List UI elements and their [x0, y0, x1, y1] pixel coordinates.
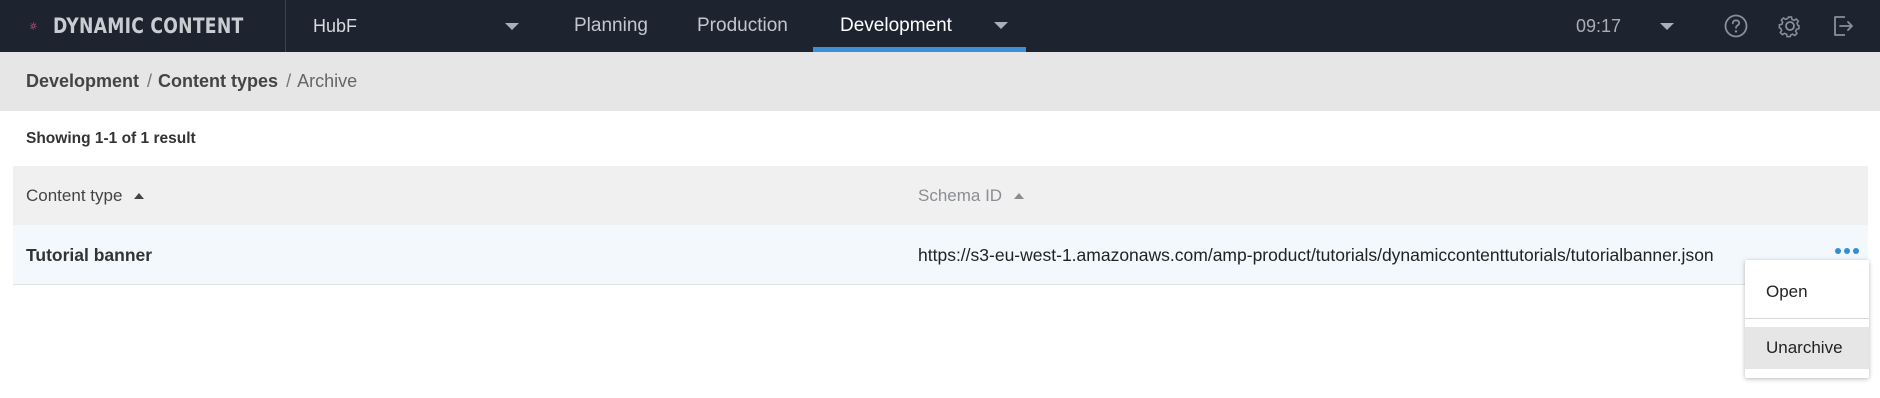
development-menu-chevron-down-icon[interactable] — [994, 22, 1008, 29]
table-row[interactable]: Tutorial banner https://s3-eu-west-1.ama… — [13, 225, 1868, 285]
breadcrumb-content-types[interactable]: Content types — [158, 71, 278, 92]
column-header-schema-id[interactable]: Schema ID — [918, 166, 1025, 225]
time-display[interactable]: 09:17 — [1576, 0, 1621, 52]
hub-name: HubF — [313, 15, 358, 36]
time-label: 09:17 — [1576, 15, 1622, 36]
brand-name: DYNAMIC CONTENT — [52, 14, 244, 38]
breadcrumb-development[interactable]: Development — [26, 71, 139, 92]
chevron-down-icon — [505, 23, 519, 30]
breadcrumb-archive: Archive — [297, 71, 358, 91]
brand[interactable]: DYNAMIC CONTENT — [0, 0, 286, 52]
tab-planning-label: Planning — [574, 15, 648, 36]
table-header: Content type Schema ID — [13, 166, 1868, 225]
row-context-menu: Open Unarchive — [1745, 260, 1869, 378]
breadcrumb-separator: / — [147, 71, 153, 91]
logout-icon[interactable] — [1830, 13, 1856, 39]
top-navigation-bar: DYNAMIC CONTENT HubF Planning Production… — [0, 0, 1880, 52]
time-chevron-down-icon[interactable] — [1660, 23, 1674, 30]
tab-planning[interactable]: Planning — [574, 0, 648, 52]
tab-production[interactable]: Production — [697, 0, 788, 52]
sort-ascending-icon — [1014, 192, 1025, 199]
menu-item-open[interactable]: Open — [1745, 271, 1869, 313]
menu-item-open-label: Open — [1766, 282, 1808, 301]
tab-development[interactable]: Development — [840, 0, 952, 52]
menu-divider — [1745, 318, 1869, 319]
content-type-cell: Tutorial banner — [26, 244, 153, 265]
results-summary: Showing 1-1 of 1 result — [26, 130, 196, 147]
hub-selector[interactable]: HubF — [287, 0, 539, 52]
sort-ascending-icon — [134, 192, 145, 199]
tab-development-label: Development — [840, 15, 952, 36]
settings-gear-icon[interactable] — [1777, 13, 1803, 39]
menu-item-unarchive-label: Unarchive — [1766, 338, 1843, 357]
breadcrumb: Development / Content types / Archive — [0, 52, 1880, 111]
more-options-dot — [1853, 248, 1859, 254]
tab-production-label: Production — [697, 15, 788, 36]
menu-item-unarchive[interactable]: Unarchive — [1745, 327, 1869, 369]
column-header-content-type[interactable]: Content type — [26, 166, 145, 225]
column-header-schema-id-label: Schema ID — [918, 185, 1003, 205]
more-options-dot — [1844, 248, 1850, 254]
schema-id-cell: https://s3-eu-west-1.amazonaws.com/amp-p… — [918, 244, 1714, 265]
more-options-icon[interactable] — [1835, 248, 1859, 254]
breadcrumb-separator: / — [286, 71, 292, 91]
column-header-content-type-label: Content type — [26, 185, 123, 205]
help-icon[interactable] — [1723, 13, 1749, 39]
more-options-dot — [1835, 248, 1841, 254]
dynamic-content-logo-icon — [28, 21, 39, 31]
